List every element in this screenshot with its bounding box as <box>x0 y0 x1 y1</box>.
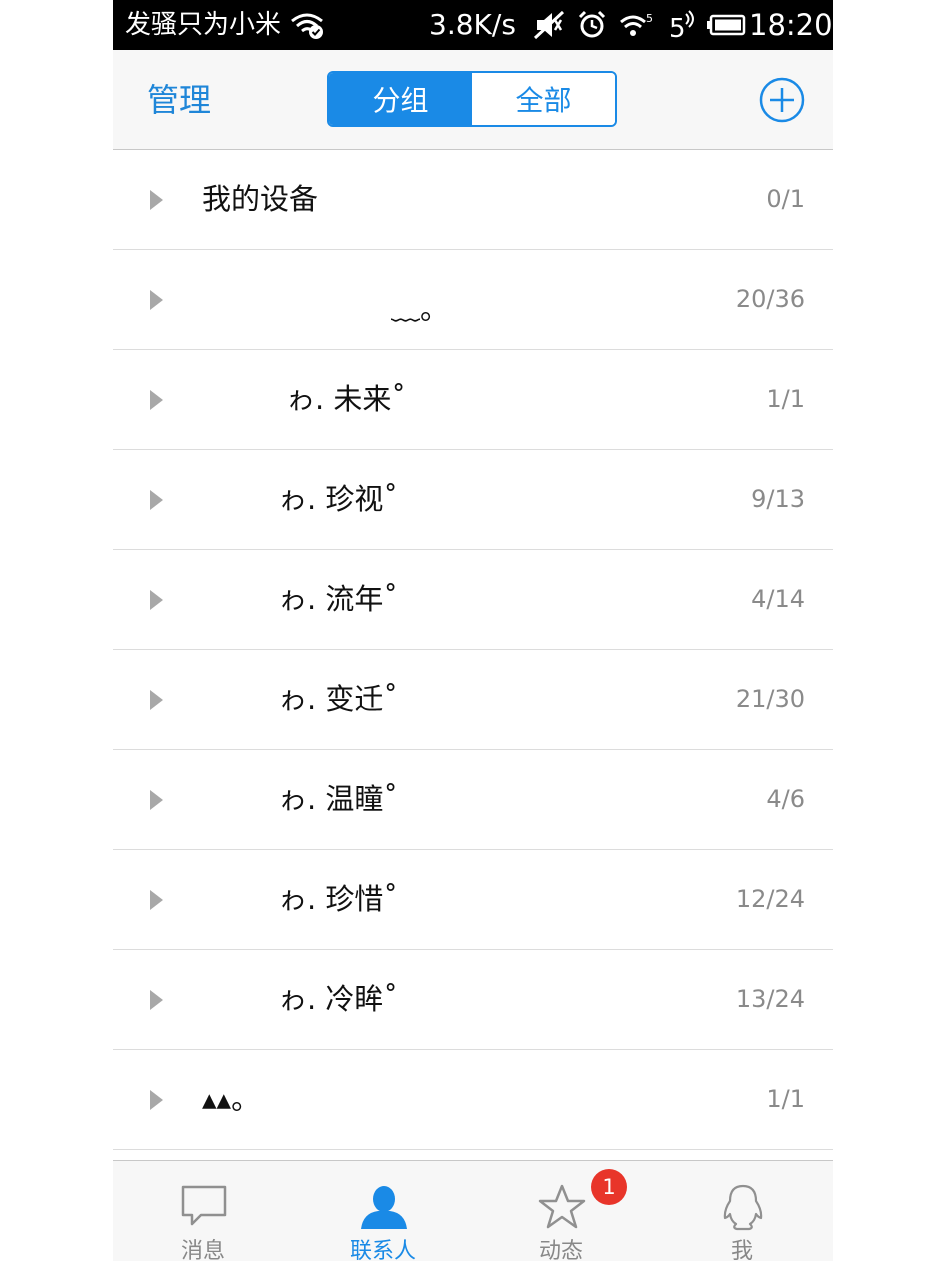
tab-me[interactable]: 我 <box>682 1161 802 1261</box>
group-row[interactable]: ゎ. 未来˚ 1/1 <box>113 350 833 450</box>
person-icon <box>361 1186 407 1229</box>
expand-arrow-icon <box>150 990 163 1010</box>
group-count: 1/1 <box>766 385 805 413</box>
expand-arrow-icon <box>150 290 163 310</box>
plus-circle-icon[interactable] <box>759 77 805 123</box>
group-name: ゎ. 未来˚ <box>286 382 406 416</box>
svg-text:5: 5 <box>669 14 686 40</box>
group-name: ﹏。 <box>391 292 450 326</box>
alarm-icon <box>578 10 606 38</box>
tab-label: 消息 <box>180 1239 225 1261</box>
group-count: 4/6 <box>766 785 805 813</box>
group-name: ゎ. 珍视˚ <box>278 482 398 516</box>
status-bar: 发骚只为小米 3.8K/s 5 5 18:20 <box>113 0 833 50</box>
manage-button[interactable]: 管理 <box>147 80 211 120</box>
wifi-check-icon <box>291 13 323 39</box>
group-row[interactable]: ゎ. 流年˚ 4/14 <box>113 550 833 650</box>
expand-arrow-icon <box>150 490 163 510</box>
navigation-bar: 管理 分组 全部 <box>113 50 833 150</box>
group-count: 4/14 <box>751 585 805 613</box>
group-name: ゎ. 变迁˚ <box>278 682 398 716</box>
group-count: 13/24 <box>735 985 805 1013</box>
group-name: 我的设备 <box>202 182 319 216</box>
carrier-name: 发骚只为小米 <box>125 10 282 40</box>
group-count: 9/13 <box>751 485 805 513</box>
star-icon <box>538 1184 586 1229</box>
clock: 18:20 <box>749 8 833 42</box>
group-count: 0/1 <box>766 185 805 213</box>
tab-feeds[interactable]: 1 动态 <box>501 1161 627 1261</box>
expand-arrow-icon <box>150 790 163 810</box>
group-row[interactable]: 我的设备 0/1 <box>113 150 833 250</box>
segment-groups[interactable]: 分组 <box>329 73 472 125</box>
penguin-icon <box>723 1184 763 1231</box>
group-count: 1/1 <box>766 1085 805 1113</box>
svg-text:5: 5 <box>646 12 653 25</box>
tab-contacts[interactable]: 联系人 <box>323 1161 443 1261</box>
message-bubble-icon <box>181 1185 227 1226</box>
group-name: ゎ. 珍惜˚ <box>278 882 398 916</box>
group-count: 20/36 <box>735 285 805 313</box>
expand-arrow-icon <box>150 890 163 910</box>
group-name: ゎ. 流年˚ <box>278 582 398 616</box>
battery-icon <box>707 14 746 36</box>
group-name: ▴▴。 <box>202 1082 261 1116</box>
network-speed: 3.8K/s <box>429 8 516 41</box>
group-row[interactable]: ゎ. 温瞳˚ 4/6 <box>113 750 833 850</box>
group-row[interactable]: ▴▴。 1/1 <box>113 1050 833 1150</box>
group-row[interactable]: ゎ. 冷眸˚ 13/24 <box>113 950 833 1050</box>
group-name: ゎ. 温瞳˚ <box>278 782 398 816</box>
app-screen: 发骚只为小米 3.8K/s 5 5 18:20 管理 分组 全部 我的设备 0/… <box>113 0 833 1261</box>
group-list: 我的设备 0/1 ﹏。 20/36 ゎ. 未来˚ 1/1 ゎ. 珍视˚ 9/13… <box>113 150 833 1150</box>
tab-label: 动态 <box>538 1239 583 1261</box>
tab-bar: 消息 联系人 1 动态 我 <box>113 1160 833 1261</box>
tab-label: 我 <box>730 1239 753 1261</box>
expand-arrow-icon <box>150 690 163 710</box>
group-count: 21/30 <box>735 685 805 713</box>
group-row[interactable]: ゎ. 变迁˚ 21/30 <box>113 650 833 750</box>
expand-arrow-icon <box>150 590 163 610</box>
wifi-signal-icon: 5 <box>620 12 653 36</box>
expand-arrow-icon <box>150 1090 163 1110</box>
notification-badge: 1 <box>591 1169 627 1205</box>
group-row[interactable]: ゎ. 珍惜˚ 12/24 <box>113 850 833 950</box>
expand-arrow-icon <box>150 390 163 410</box>
view-segmented-control: 分组 全部 <box>327 71 617 127</box>
group-row[interactable]: ﹏。 20/36 <box>113 250 833 350</box>
segment-all[interactable]: 全部 <box>472 73 615 125</box>
group-name: ゎ. 冷眸˚ <box>278 982 398 1016</box>
signal-5-icon: 5 <box>669 10 694 40</box>
expand-arrow-icon <box>150 190 163 210</box>
group-row[interactable]: ゎ. 珍视˚ 9/13 <box>113 450 833 550</box>
tab-label: 联系人 <box>349 1239 416 1261</box>
group-count: 12/24 <box>735 885 805 913</box>
tab-messages[interactable]: 消息 <box>143 1161 263 1261</box>
mute-icon <box>533 10 565 40</box>
